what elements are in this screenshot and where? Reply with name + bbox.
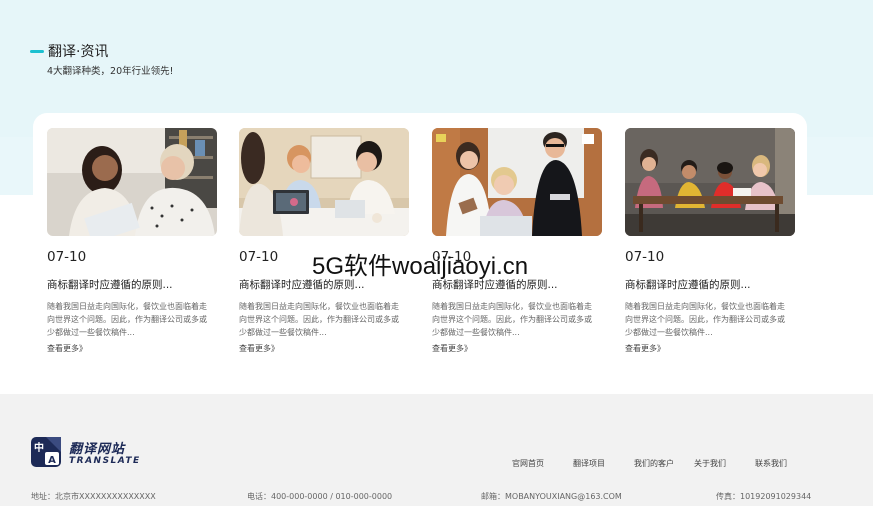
news-desc: 随着我国日益走向国际化，餐饮业也面临着走向世界这个问题。因此，作为翻译公司或多或…	[239, 302, 399, 337]
footer-email: 邮箱：MOBANYOUXIANG@163.COM	[481, 492, 622, 501]
title-accent-bar	[30, 50, 44, 53]
footer-phone: 电话：400-000-0000 / 010-000-0000	[247, 492, 393, 501]
logo-glyph-cn: 中	[34, 441, 44, 454]
footer	[0, 394, 873, 506]
news-date: 07-10	[625, 249, 665, 265]
translate-logo-icon[interactable]: 中 A	[31, 437, 61, 467]
news-card[interactable]: 07-10 商标翻译时应遵循的原则... 随着我国日益走向国际化，餐饮业也面临着…	[239, 128, 409, 353]
footer-nav-contact[interactable]: 联系我们	[755, 458, 787, 469]
footer-address: 地址：北京市XXXXXXXXXXXXXX	[31, 492, 156, 501]
footer-nav-clients[interactable]: 我们的客户	[634, 458, 674, 469]
footer-nav-home[interactable]: 官网首页	[512, 458, 544, 469]
news-date: 07-10	[239, 249, 279, 265]
news-card[interactable]: 07-10 商标翻译时应遵循的原则... 随着我国日益走向国际化，餐饮业也面临着…	[432, 128, 602, 353]
logo-text-en[interactable]: TRANSLATE	[69, 456, 141, 466]
footer-nav-projects[interactable]: 翻译项目	[573, 458, 605, 469]
logo-glyph-en: A	[48, 455, 56, 466]
news-title[interactable]: 商标翻译时应遵循的原则...	[47, 277, 173, 292]
section-title: 翻译·资讯	[48, 44, 109, 60]
news-photo-presentation[interactable]	[432, 128, 602, 236]
news-desc: 随着我国日益走向国际化，餐饮业也面临着走向世界这个问题。因此，作为翻译公司或多或…	[47, 302, 207, 337]
footer-nav-about[interactable]: 关于我们	[694, 458, 726, 469]
footer-fax: 传真：10192091029344	[716, 492, 812, 501]
logo-text-cn[interactable]: 翻译网站	[69, 438, 125, 457]
news-card[interactable]: 07-10 商标翻译时应遵循的原则... 随着我国日益走向国际化，餐饮业也面临着…	[625, 128, 795, 353]
news-desc: 随着我国日益走向国际化，餐饮业也面临着走向世界这个问题。因此，作为翻译公司或多或…	[432, 302, 592, 337]
read-more-link[interactable]: 查看更多》	[432, 343, 472, 354]
news-desc: 随着我国日益走向国际化，餐饮业也面临着走向世界这个问题。因此，作为翻译公司或多或…	[625, 302, 785, 337]
news-photo-group-table[interactable]	[625, 128, 795, 236]
news-photo-office-meeting[interactable]	[47, 128, 217, 236]
news-date: 07-10	[47, 249, 87, 265]
news-photo-laptop-team[interactable]	[239, 128, 409, 236]
news-title[interactable]: 商标翻译时应遵循的原则...	[625, 277, 751, 292]
read-more-link[interactable]: 查看更多》	[625, 343, 665, 354]
watermark-text: 5G软件woaijiaoyi.cn	[312, 253, 529, 280]
read-more-link[interactable]: 查看更多》	[239, 343, 279, 354]
section-subtitle: 4大翻译种类，20年行业领先!	[47, 66, 174, 77]
read-more-link[interactable]: 查看更多》	[47, 343, 87, 354]
news-card[interactable]: 07-10 商标翻译时应遵循的原则... 随着我国日益走向国际化，餐饮业也面临着…	[47, 128, 217, 353]
